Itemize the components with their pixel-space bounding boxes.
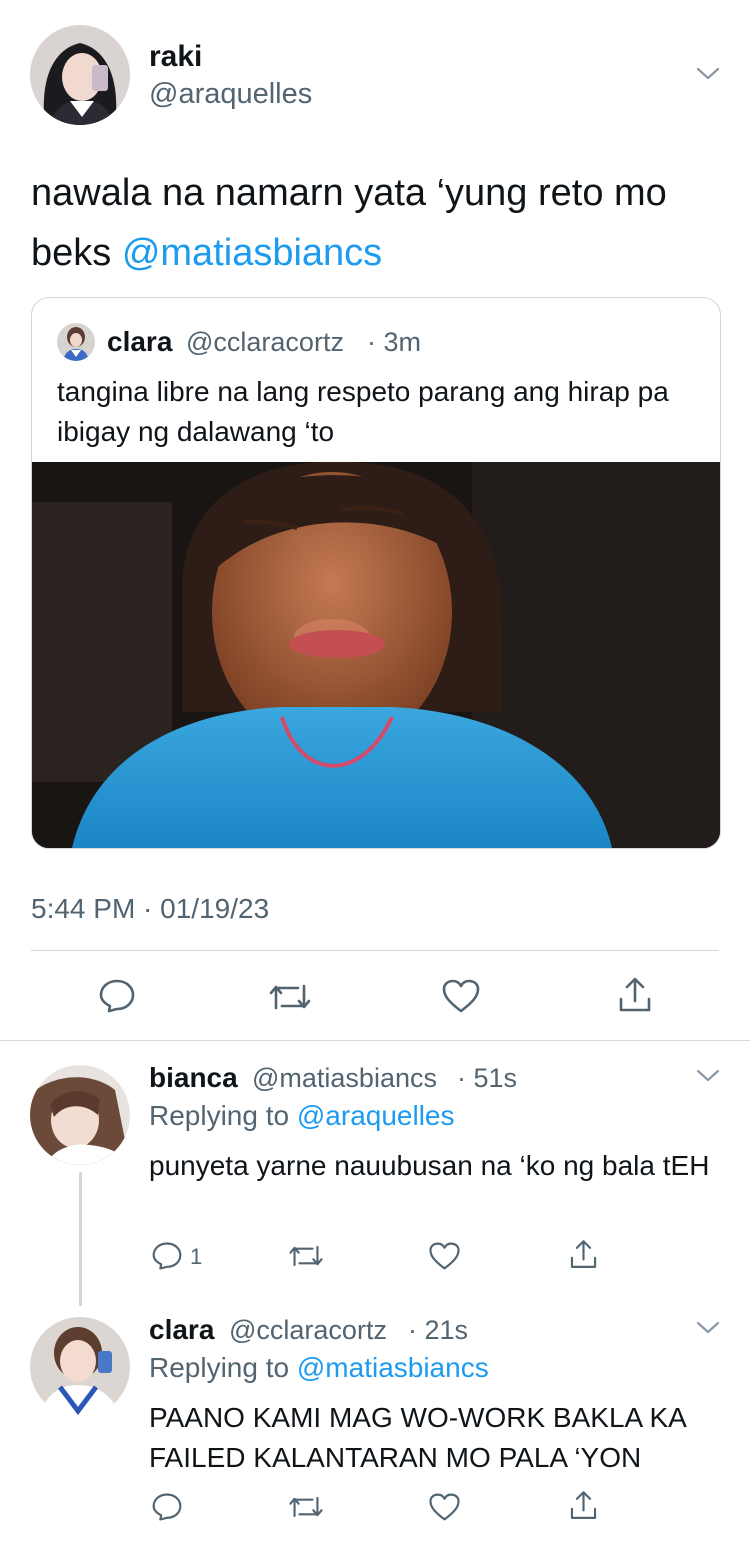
replying-to-link[interactable]: @matiasbiancs: [297, 1352, 489, 1383]
main-timestamp[interactable]: 5:44 PM · 01/19/23: [31, 893, 269, 925]
like-icon[interactable]: [441, 978, 481, 1014]
quoted-time: · 3m: [367, 327, 421, 357]
reply2-replying-to: Replying to @matiasbiancs: [149, 1352, 489, 1384]
thread-connector-line: [79, 1172, 82, 1306]
replying-to-label: Replying to: [149, 1352, 297, 1383]
avatar-raki[interactable]: [30, 25, 130, 125]
quoted-text: tangina libre na lang respeto parang ang…: [57, 376, 669, 447]
divider: [31, 950, 719, 951]
reply-icon[interactable]: [98, 978, 136, 1014]
chevron-down-icon[interactable]: [696, 1068, 720, 1084]
quoted-tweet-card[interactable]: clara @cclaracortz · 3m tangina libre na…: [31, 297, 721, 849]
avatar-clara[interactable]: [30, 1317, 130, 1417]
reply-icon[interactable]: [151, 1241, 183, 1271]
replying-to-link[interactable]: @araquelles: [297, 1100, 455, 1131]
reply1-replying-to: Replying to @araquelles: [149, 1100, 455, 1132]
main-handle[interactable]: @araquelles: [149, 78, 312, 111]
mention-link[interactable]: @matiasbiancs: [122, 232, 382, 274]
like-icon[interactable]: [428, 1241, 461, 1271]
share-icon[interactable]: [567, 1238, 600, 1271]
chevron-down-icon[interactable]: [696, 66, 720, 82]
retweet-icon[interactable]: [268, 980, 312, 1014]
retweet-icon[interactable]: [288, 1493, 324, 1521]
reply1-display-name[interactable]: bianca: [149, 1062, 238, 1094]
divider: [0, 1040, 750, 1041]
avatar-bianca[interactable]: [30, 1065, 130, 1165]
reply2-display-name[interactable]: clara: [149, 1314, 214, 1346]
main-tweet-text: nawala na namarn yata ‘yung reto mo beks…: [31, 163, 721, 283]
reply1-handle[interactable]: @matiasbiancs: [252, 1063, 437, 1094]
reply1-time: · 51s: [457, 1063, 518, 1093]
share-icon[interactable]: [615, 975, 655, 1015]
retweet-icon[interactable]: [288, 1242, 324, 1270]
reply2-handle[interactable]: @cclaracortz: [229, 1315, 387, 1346]
chevron-down-icon[interactable]: [696, 1320, 720, 1336]
quoted-tweet-image[interactable]: [32, 461, 720, 848]
replying-to-label: Replying to: [149, 1100, 297, 1131]
main-display-name[interactable]: raki: [149, 40, 202, 74]
reply-icon[interactable]: [151, 1492, 183, 1522]
share-icon[interactable]: [567, 1489, 600, 1522]
quoted-display-name: clara: [107, 326, 173, 357]
reply1-text: punyeta yarne nauubusan na ‘ko ng bala t…: [149, 1150, 710, 1181]
avatar-clara-small: [57, 323, 95, 361]
reply2-time: · 21s: [408, 1315, 469, 1345]
reply-count: 1: [190, 1244, 203, 1269]
quoted-handle: @cclaracortz: [186, 327, 344, 357]
like-icon[interactable]: [428, 1492, 461, 1522]
reply2-text: PAANO KAMI MAG WO-WORK BAKLA KA FAILED K…: [149, 1402, 686, 1473]
